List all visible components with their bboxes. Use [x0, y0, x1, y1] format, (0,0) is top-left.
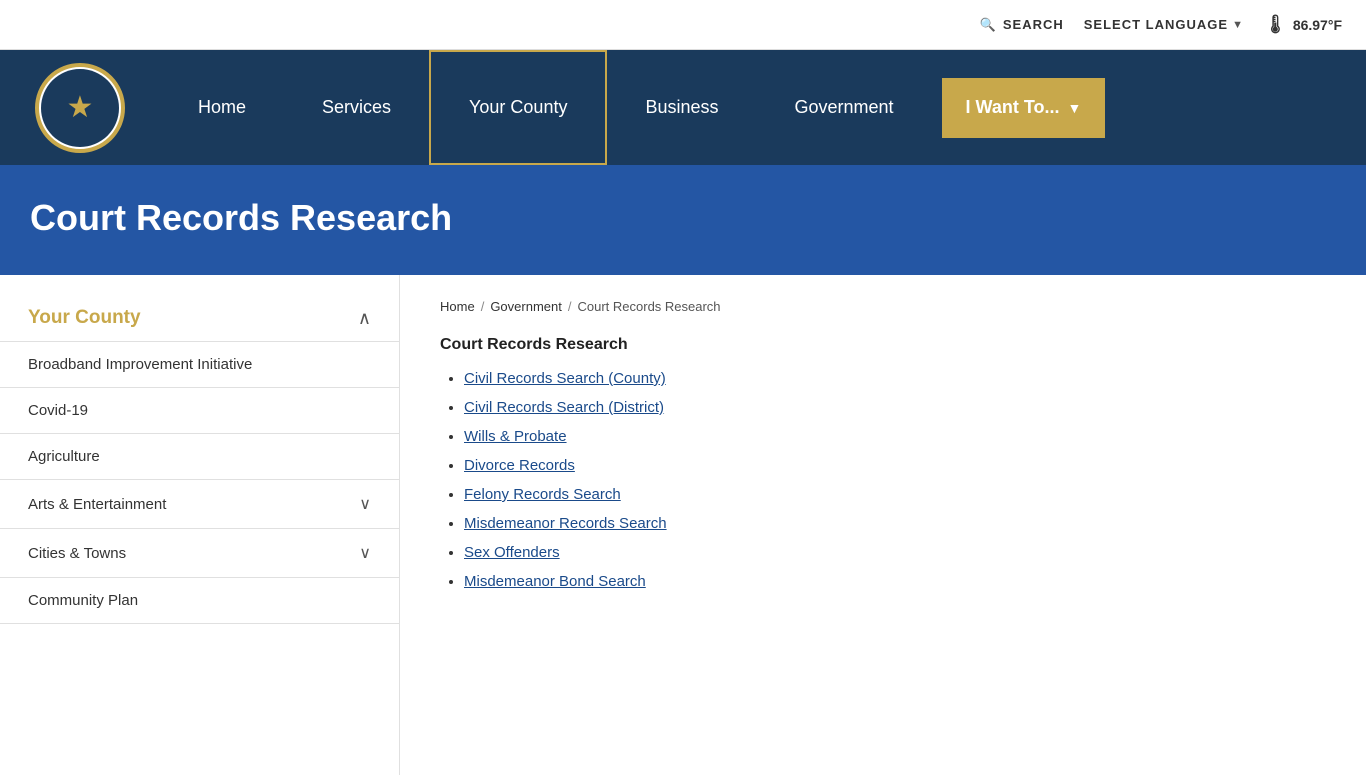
site-header: ★ Home Services Your County Business Gov… [0, 50, 1366, 165]
sidebar-item-label: Broadband Improvement Initiative [28, 356, 252, 373]
sidebar-item-label: Covid-19 [28, 402, 88, 419]
list-item: Civil Records Search (County) [464, 370, 1326, 387]
nav-home[interactable]: Home [160, 50, 284, 165]
sidebar-item-agriculture[interactable]: Agriculture [0, 433, 399, 479]
link-misdemeanor-bond[interactable]: Misdemeanor Bond Search [464, 573, 646, 590]
hero-section: Court Records Research [0, 165, 1366, 275]
logo-area[interactable]: ★ [20, 58, 140, 158]
list-item: Civil Records Search (District) [464, 399, 1326, 416]
nav-i-want-to[interactable]: I Want To... ▼ [942, 78, 1106, 138]
i-want-to-label: I Want To... [966, 97, 1060, 118]
list-item: Misdemeanor Bond Search [464, 573, 1326, 590]
content-heading: Court Records Research [440, 336, 1326, 354]
star-icon: ★ [67, 90, 94, 125]
nav-government[interactable]: Government [757, 50, 932, 165]
sidebar-item-label: Community Plan [28, 592, 138, 609]
logo-inner: ★ [41, 69, 119, 147]
main-layout: Your County ∧ Broadband Improvement Init… [0, 275, 1366, 775]
link-felony-records[interactable]: Felony Records Search [464, 486, 621, 503]
list-item: Misdemeanor Records Search [464, 515, 1326, 532]
top-bar: 🔍 SEARCH SELECT LANGUAGE ▼ 🌡 86.97°F [0, 0, 1366, 50]
link-divorce-records[interactable]: Divorce Records [464, 457, 575, 474]
breadcrumb-sep2: / [568, 299, 572, 314]
breadcrumb-current: Court Records Research [577, 299, 720, 314]
language-selector[interactable]: SELECT LANGUAGE ▼ [1084, 17, 1244, 32]
list-item: Divorce Records [464, 457, 1326, 474]
breadcrumb: Home / Government / Court Records Resear… [440, 299, 1326, 314]
link-civil-county[interactable]: Civil Records Search (County) [464, 370, 666, 387]
sidebar-collapse-icon: ∧ [358, 308, 371, 329]
language-label: SELECT LANGUAGE [1084, 17, 1228, 32]
nav-business[interactable]: Business [607, 50, 756, 165]
search-button[interactable]: 🔍 SEARCH [980, 17, 1064, 33]
sidebar-item-community[interactable]: Community Plan [0, 577, 399, 624]
link-wills-probate[interactable]: Wills & Probate [464, 428, 567, 445]
link-misdemeanor-records[interactable]: Misdemeanor Records Search [464, 515, 667, 532]
sidebar-item-covid[interactable]: Covid-19 [0, 387, 399, 433]
main-content: Home / Government / Court Records Resear… [400, 275, 1366, 775]
nav-services[interactable]: Services [284, 50, 429, 165]
language-arrow-icon: ▼ [1232, 19, 1244, 31]
i-want-to-arrow-icon: ▼ [1068, 100, 1082, 116]
sidebar-section-title: Your County [28, 307, 141, 329]
chevron-down-icon: ∨ [359, 543, 371, 563]
search-icon: 🔍 [980, 17, 997, 33]
county-seal: ★ [35, 63, 125, 153]
breadcrumb-home[interactable]: Home [440, 299, 475, 314]
nav-your-county[interactable]: Your County [429, 50, 607, 165]
page-title: Court Records Research [30, 197, 1336, 239]
sidebar: Your County ∧ Broadband Improvement Init… [0, 275, 400, 775]
sidebar-item-label: Agriculture [28, 448, 100, 465]
weather-widget: 🌡 86.97°F [1264, 14, 1342, 35]
search-label: SEARCH [1003, 17, 1064, 32]
sidebar-item-label: Cities & Towns [28, 545, 126, 562]
sidebar-item-label: Arts & Entertainment [28, 496, 166, 513]
sidebar-item-broadband[interactable]: Broadband Improvement Initiative [0, 341, 399, 387]
sidebar-item-arts[interactable]: Arts & Entertainment ∨ [0, 479, 399, 528]
link-civil-district[interactable]: Civil Records Search (District) [464, 399, 664, 416]
sidebar-section-header[interactable]: Your County ∧ [0, 295, 399, 341]
list-item: Wills & Probate [464, 428, 1326, 445]
link-sex-offenders[interactable]: Sex Offenders [464, 544, 560, 561]
main-nav: Home Services Your County Business Gover… [140, 50, 1346, 165]
list-item: Felony Records Search [464, 486, 1326, 503]
weather-temp: 86.97°F [1293, 17, 1342, 33]
list-item: Sex Offenders [464, 544, 1326, 561]
sidebar-item-cities[interactable]: Cities & Towns ∨ [0, 528, 399, 577]
chevron-down-icon: ∨ [359, 494, 371, 514]
breadcrumb-sep1: / [481, 299, 485, 314]
weather-icon: 🌡 [1264, 14, 1287, 35]
records-link-list: Civil Records Search (County) Civil Reco… [440, 370, 1326, 590]
breadcrumb-government[interactable]: Government [490, 299, 562, 314]
